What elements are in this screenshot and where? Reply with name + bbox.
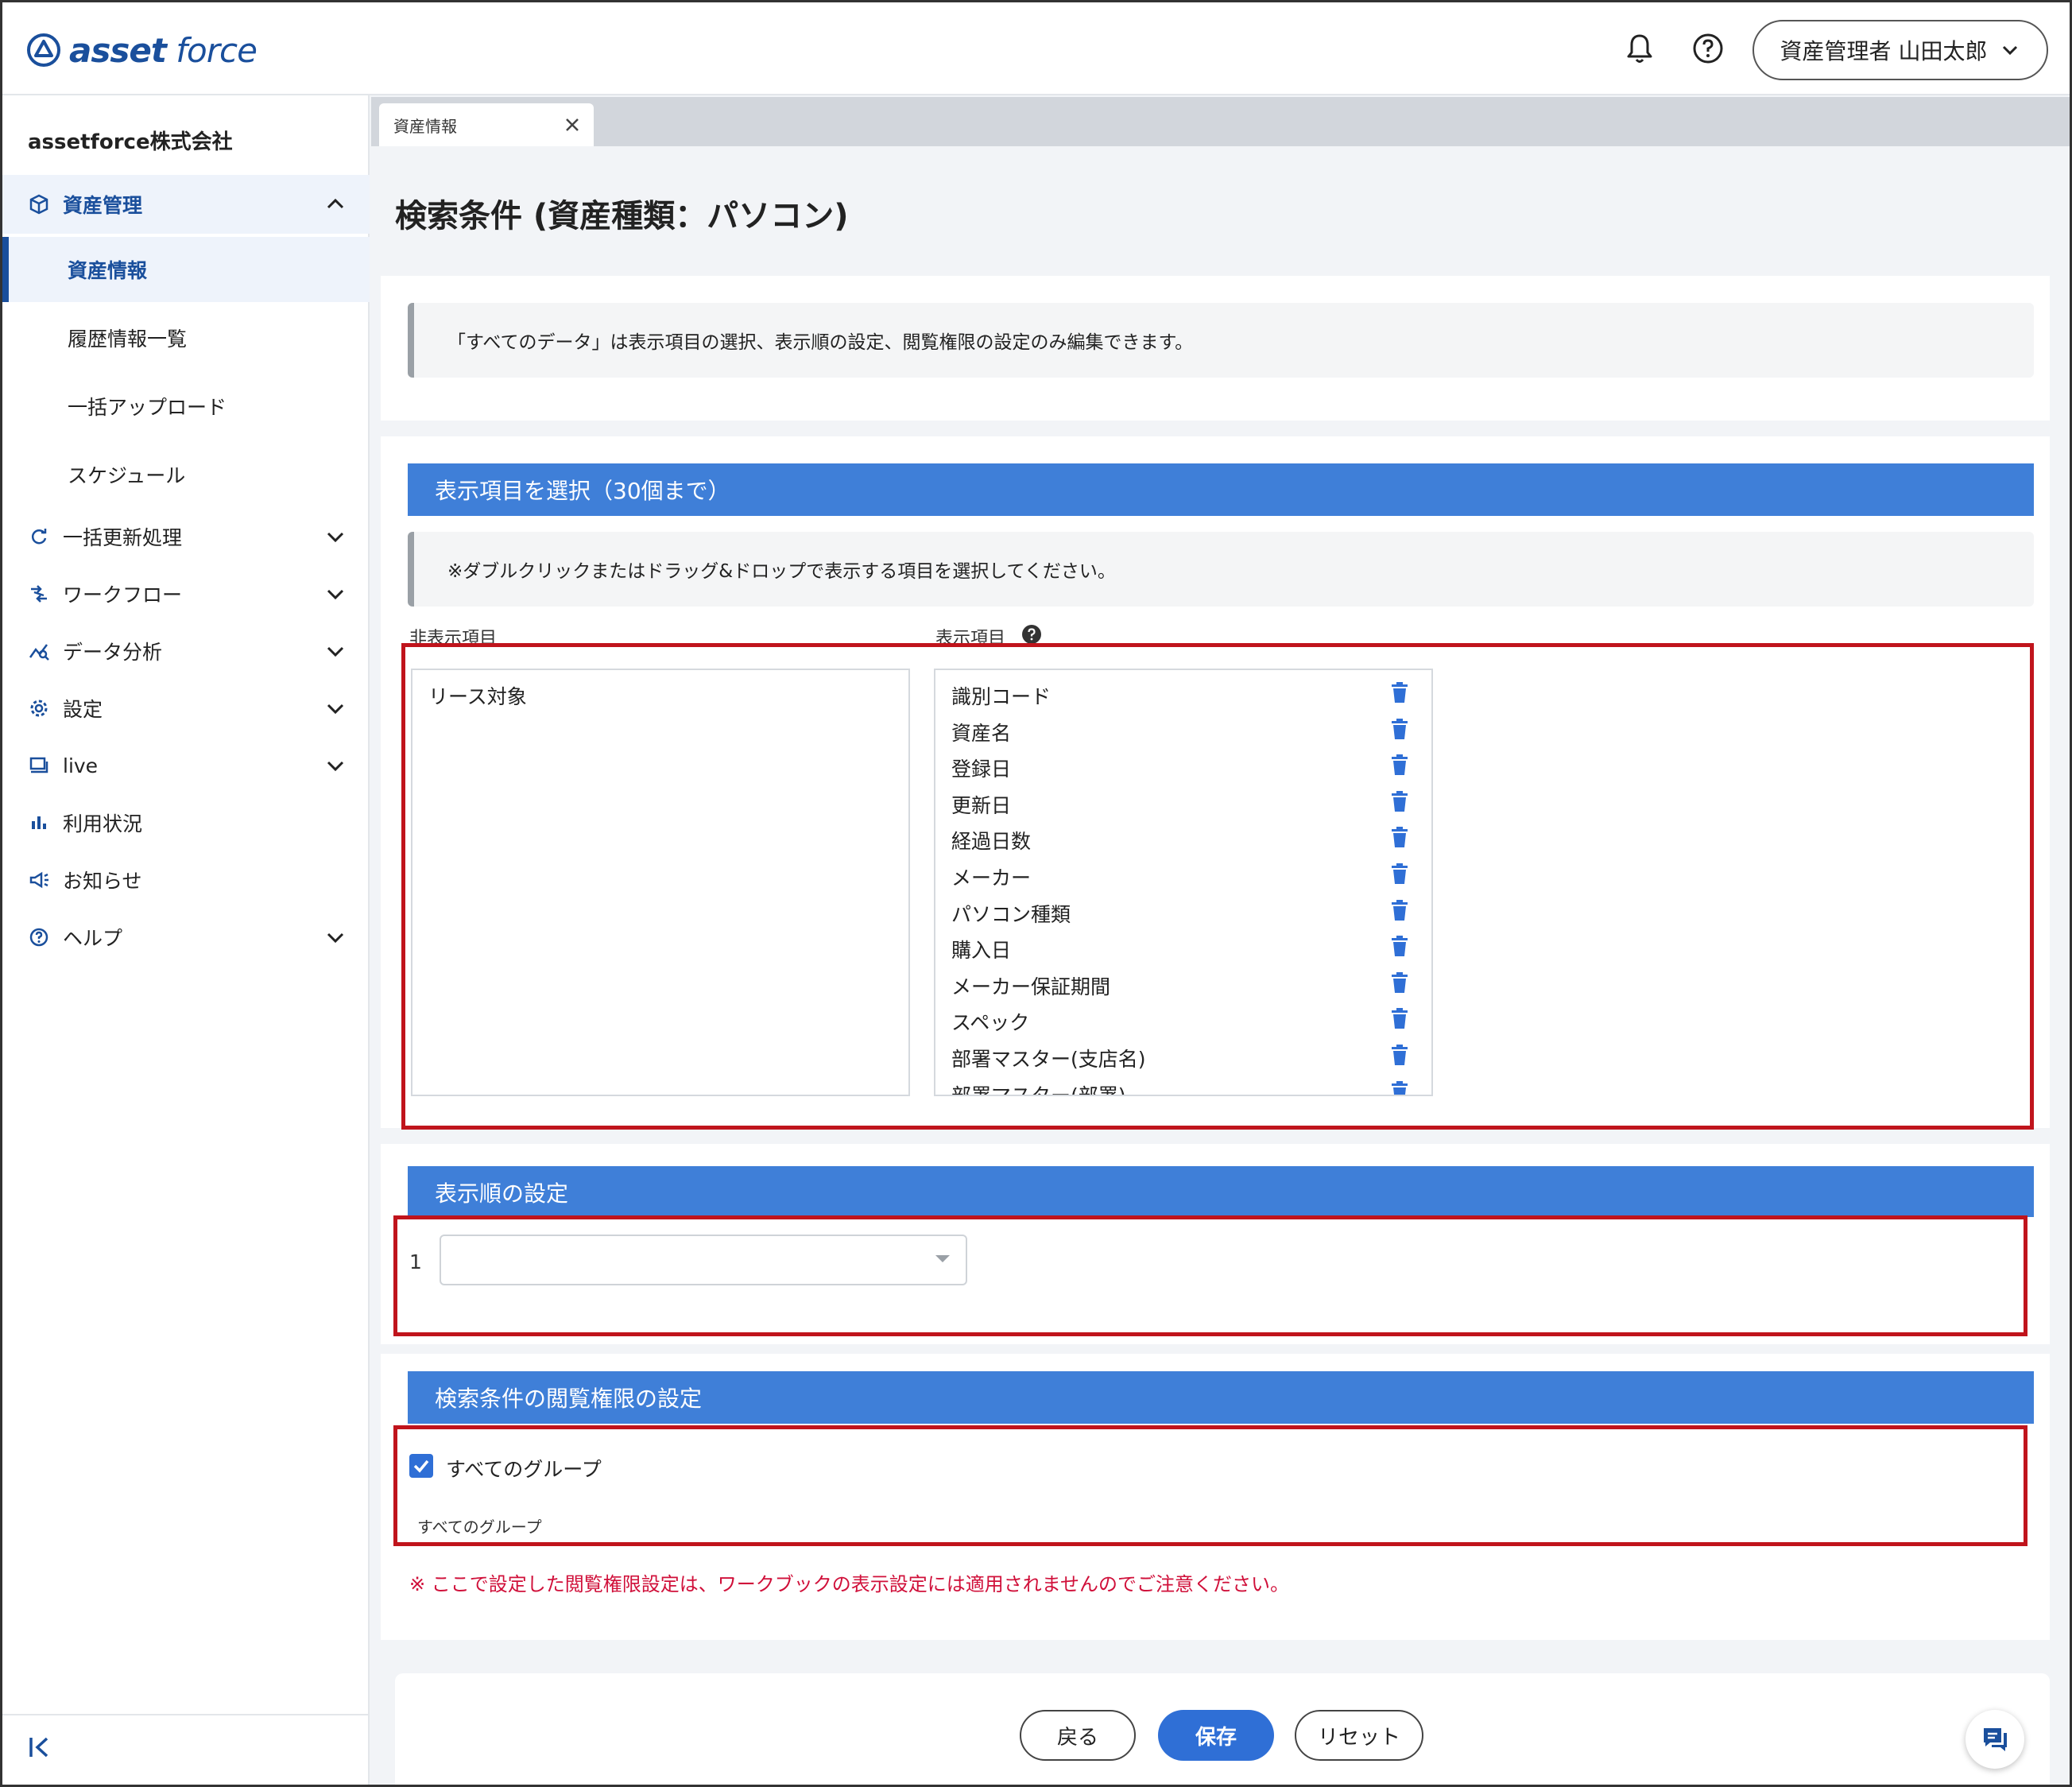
megaphone-icon bbox=[29, 871, 48, 889]
close-icon[interactable] bbox=[562, 114, 583, 135]
highlight-box-permissions bbox=[393, 1425, 2027, 1546]
sidebar-group-live[interactable]: live bbox=[2, 736, 370, 795]
company-name: assetforce株式会社 bbox=[28, 130, 233, 154]
tab-bar: 資産情報 bbox=[371, 97, 2070, 146]
bell-icon[interactable] bbox=[1621, 29, 1659, 68]
cube-icon bbox=[29, 194, 48, 215]
permissions-warning: ※ ここで設定した閲覧権限設定は、ワークブックの表示設定には適用されませんのでご… bbox=[409, 1573, 1290, 1595]
chat-button[interactable] bbox=[1965, 1710, 2024, 1769]
live-icon bbox=[29, 757, 48, 773]
user-menu-button[interactable]: 資産管理者 山田太郎 bbox=[1752, 20, 2048, 80]
sidebar-group-label: お知らせ bbox=[63, 870, 142, 893]
sidebar-group-label: 設定 bbox=[63, 698, 103, 721]
bar-chart-icon bbox=[32, 816, 46, 829]
refresh-icon bbox=[31, 529, 47, 545]
sidebar-group-bulk-update[interactable]: 一括更新処理 bbox=[2, 507, 370, 566]
sidebar-group-label: ヘルプ bbox=[63, 927, 123, 950]
sidebar-item-bulk-upload[interactable]: 一括アップロード bbox=[2, 374, 370, 439]
workflow-icon bbox=[31, 585, 47, 603]
chevron-up-icon bbox=[327, 198, 344, 209]
collapse-sidebar-icon[interactable] bbox=[26, 1733, 55, 1762]
sidebar-group-data-analysis[interactable]: データ分析 bbox=[2, 622, 370, 680]
top-header: asset force 資産管理者 山田太郎 bbox=[2, 2, 2070, 95]
reset-button[interactable]: リセット bbox=[1295, 1710, 1423, 1761]
section-title: 表示順の設定 bbox=[435, 1180, 569, 1207]
sidebar-item-history-list[interactable]: 履歴情報一覧 bbox=[2, 305, 370, 370]
sidebar-group-label: 利用状況 bbox=[63, 812, 143, 835]
sidebar-group-settings[interactable]: 設定 bbox=[2, 679, 370, 738]
logo-mark-icon bbox=[27, 33, 60, 67]
page-title: 検索条件 (資産種類：パソコン) bbox=[395, 198, 849, 235]
tab-label: 資産情報 bbox=[393, 116, 457, 136]
sidebar: assetforce株式会社 資産管理 資産情報 履歴情報一覧 一括アップロード… bbox=[2, 95, 370, 1785]
sidebar-group-notices[interactable]: お知らせ bbox=[2, 851, 370, 909]
help-circle-icon[interactable] bbox=[1689, 29, 1727, 68]
sidebar-group-workflow[interactable]: ワークフロー bbox=[2, 564, 370, 623]
logo-text-bold: asset bbox=[69, 30, 167, 70]
logo-text: asset force bbox=[69, 30, 258, 70]
sidebar-group-label: 一括更新処理 bbox=[63, 526, 183, 549]
back-button[interactable]: 戻る bbox=[1020, 1710, 1136, 1761]
notice-message: 「すべてのデータ」は表示項目の選択、表示順の設定、閲覧権限の設定のみ編集できます… bbox=[408, 303, 2034, 378]
analytics-icon bbox=[29, 644, 49, 661]
sidebar-group-asset-management[interactable]: 資産管理 bbox=[2, 175, 370, 234]
save-button[interactable]: 保存 bbox=[1158, 1710, 1274, 1761]
logo: asset force bbox=[26, 26, 258, 74]
logo-text-light: force bbox=[176, 30, 258, 70]
sidebar-group-label: ワークフロー bbox=[63, 583, 183, 607]
sidebar-divider bbox=[2, 1714, 370, 1715]
notice-text: 「すべてのデータ」は表示項目の選択、表示順の設定、閲覧権限の設定のみ編集できます… bbox=[447, 332, 1194, 353]
sidebar-item-asset-info[interactable]: 資産情報 bbox=[2, 237, 370, 302]
user-name: 資産管理者 山田太郎 bbox=[1780, 38, 1988, 64]
sidebar-group-label: 資産管理 bbox=[63, 194, 143, 217]
sidebar-group-label: live bbox=[63, 754, 99, 777]
sidebar-item-label: 一括アップロード bbox=[68, 396, 227, 419]
gear-icon bbox=[30, 700, 48, 717]
sidebar-item-label: 履歴情報一覧 bbox=[68, 328, 188, 351]
chevron-down-icon bbox=[327, 532, 344, 543]
help-icon bbox=[29, 928, 48, 947]
section-title: 表示項目を選択（30個まで） bbox=[435, 478, 730, 504]
chevron-down-icon bbox=[327, 761, 344, 772]
chat-icon bbox=[1984, 1728, 2007, 1751]
highlight-box-display-items bbox=[401, 643, 2034, 1130]
app-window: asset force 資産管理者 山田太郎 assetforce株式会社 資産… bbox=[0, 0, 2072, 1787]
sidebar-item-label: 資産情報 bbox=[68, 259, 148, 282]
sort-order-header: 表示順の設定 bbox=[408, 1166, 2034, 1219]
chevron-down-icon bbox=[327, 704, 344, 715]
sidebar-group-help[interactable]: ヘルプ bbox=[2, 908, 370, 967]
tab-asset-info[interactable]: 資産情報 bbox=[379, 103, 594, 146]
chevron-down-icon bbox=[327, 646, 344, 657]
display-items-header: 表示項目を選択（30個まで） bbox=[408, 463, 2034, 516]
sidebar-group-usage[interactable]: 利用状況 bbox=[2, 793, 370, 852]
display-items-hint: ※ダブルクリックまたはドラッグ&ドロップで表示する項目を選択してください。 bbox=[408, 532, 2034, 607]
highlight-box-sort-order bbox=[393, 1215, 2027, 1336]
question-icon[interactable] bbox=[1021, 624, 1042, 645]
permissions-header: 検索条件の閲覧権限の設定 bbox=[408, 1371, 2034, 1424]
chevron-down-icon bbox=[327, 589, 344, 600]
section-title: 検索条件の閲覧権限の設定 bbox=[435, 1386, 703, 1412]
sidebar-group-label: データ分析 bbox=[63, 641, 163, 664]
hint-text: ※ダブルクリックまたはドラッグ&ドロップで表示する項目を選択してください。 bbox=[447, 561, 1116, 582]
sidebar-item-schedule[interactable]: スケジュール bbox=[2, 442, 370, 507]
chevron-down-icon bbox=[327, 932, 344, 944]
chevron-down-icon bbox=[2003, 45, 2018, 56]
sidebar-item-label: スケジュール bbox=[68, 464, 186, 487]
